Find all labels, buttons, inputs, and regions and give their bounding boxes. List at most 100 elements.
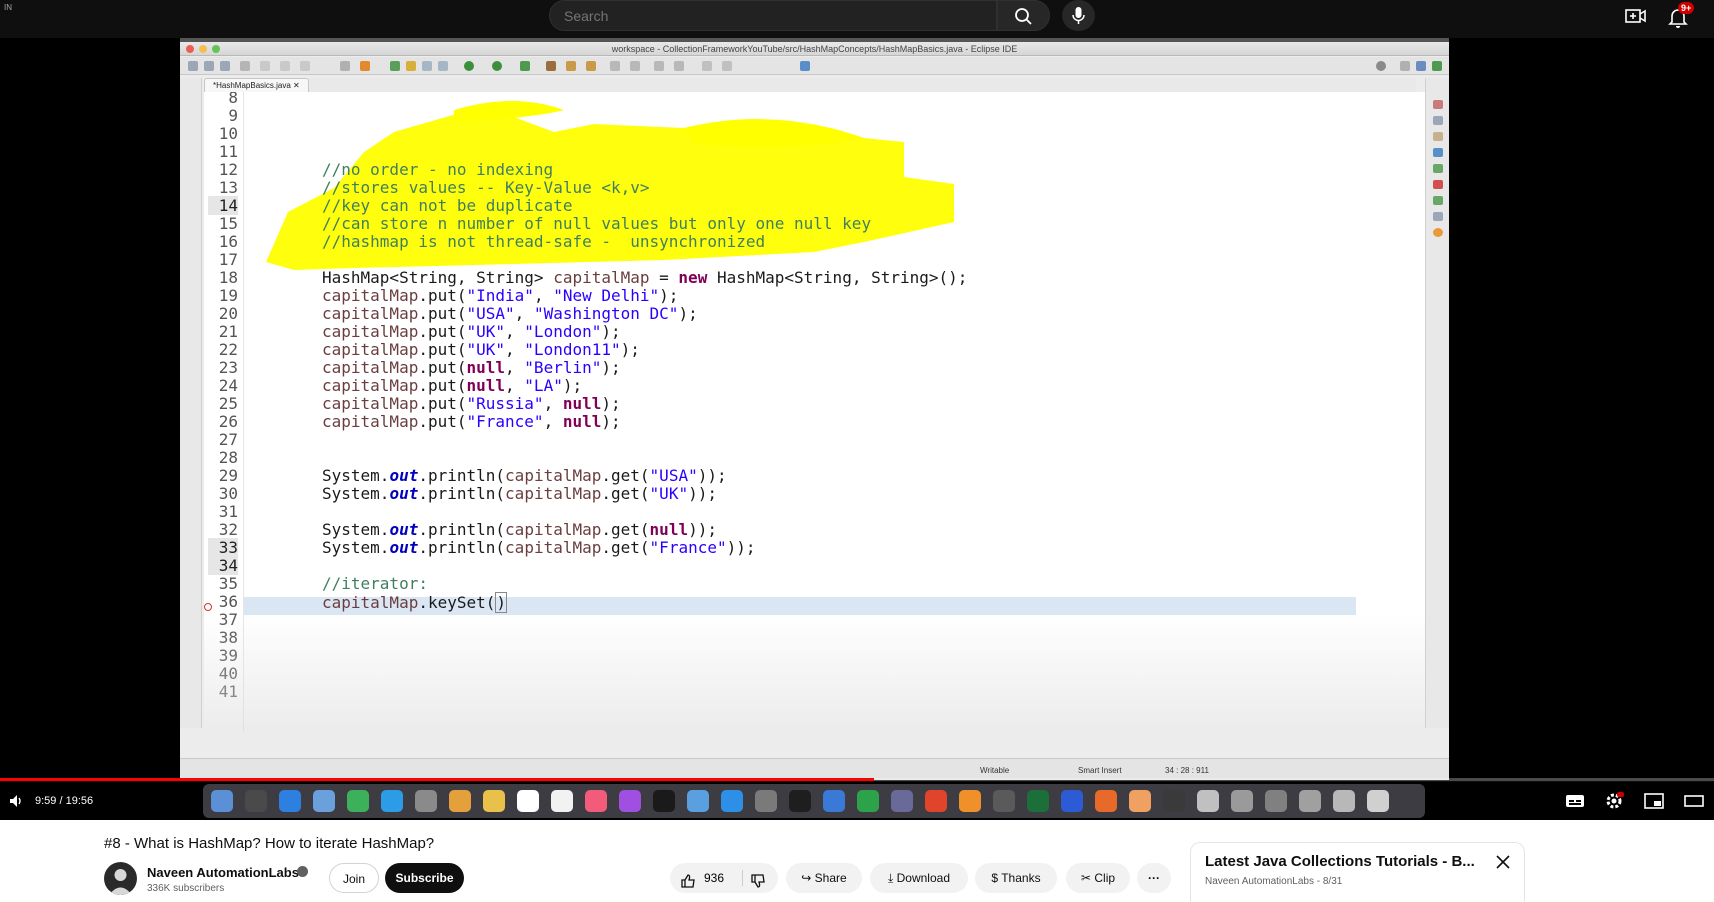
thumbs-up-icon[interactable]	[680, 870, 696, 900]
clip-label: Clip	[1094, 871, 1116, 885]
playlist-title[interactable]: Latest Java Collections Tutorials - B...	[1205, 853, 1475, 870]
println-end: ));	[688, 484, 717, 503]
thanks-button[interactable]: $ Thanks	[975, 863, 1057, 893]
line-number: 27	[218, 430, 238, 449]
debug-icon	[464, 61, 474, 71]
new-java-project-icon	[546, 61, 556, 71]
search-input[interactable]	[564, 8, 984, 24]
search-button[interactable]	[997, 0, 1050, 31]
task-list-icon[interactable]	[1433, 116, 1443, 125]
status-insert-mode: Smart Insert	[1078, 766, 1122, 775]
line-number: 36	[218, 592, 238, 611]
println-call: .println(	[418, 520, 506, 539]
editor-tab-hashmapbasics[interactable]: *HashMapBasics.java ✕	[204, 78, 309, 92]
git-view-icon[interactable]	[1433, 228, 1443, 237]
avatar-person-icon	[109, 869, 132, 895]
dock-app-icon	[687, 790, 709, 812]
next-annotation-icon	[674, 61, 684, 71]
settings-gear-icon[interactable]	[1604, 792, 1624, 810]
dock-app-icon	[313, 790, 335, 812]
subscribe-button[interactable]: Subscribe	[385, 863, 464, 893]
resume-icon	[260, 61, 270, 71]
search-box[interactable]	[549, 0, 997, 31]
video-title: #8 - What is HashMap? How to iterate Has…	[104, 835, 435, 852]
put-value: "London"	[524, 322, 602, 341]
javadoc-view-icon[interactable]	[1433, 148, 1443, 157]
code-line-put: capitalMap.put(null, "LA");	[322, 376, 582, 395]
println-arg: null	[649, 520, 689, 539]
outline-view-icon[interactable]	[1433, 100, 1443, 109]
dock-app-icon	[1061, 790, 1083, 812]
like-count[interactable]: 936	[704, 863, 724, 893]
put-key: "France"	[466, 412, 544, 431]
line-number: 22	[218, 340, 238, 359]
channel-name[interactable]: Naveen AutomationLabs	[147, 865, 299, 880]
prev-annotation-icon	[654, 61, 664, 71]
close-tab-icon[interactable]: ✕	[293, 81, 300, 90]
dock-app-icon	[449, 790, 471, 812]
dock-app-icon	[1129, 790, 1151, 812]
share-button[interactable]: ↪ Share	[786, 863, 862, 893]
subtitles-icon[interactable]	[1565, 792, 1585, 810]
run-icon	[492, 61, 502, 71]
put-var: capitalMap	[322, 304, 419, 323]
line-number: 31	[218, 502, 238, 521]
clip-button[interactable]: ✂ Clip	[1066, 863, 1130, 893]
code-line-13: //can store n number of null values but …	[322, 214, 872, 233]
open-perspective-icon	[1400, 61, 1410, 71]
error-marker-icon[interactable]	[204, 603, 212, 611]
dock-app-icon	[619, 790, 641, 812]
download-button[interactable]: ⤓ Download	[870, 863, 968, 893]
share-icon: ↪	[801, 871, 815, 885]
problems-view-icon[interactable]	[1433, 132, 1443, 141]
progress-bar[interactable]	[0, 778, 1714, 781]
println-end: ));	[726, 538, 756, 557]
put-var: capitalMap	[322, 340, 419, 359]
line-number: 34	[208, 556, 238, 575]
dock-app-icon	[1027, 790, 1049, 812]
code-line-put: capitalMap.put("India", "New Delhi");	[322, 286, 678, 305]
line-number: 17	[218, 250, 238, 269]
code-line-println: System.out.println(capitalMap.get(null))…	[322, 520, 717, 539]
dock-app-icon	[721, 790, 743, 812]
create-button[interactable]	[1624, 5, 1648, 27]
dock-app-icon	[823, 790, 845, 812]
progress-view-icon[interactable]	[1433, 196, 1443, 205]
println-out: out	[389, 466, 419, 485]
subscriber-count: 336K subscribers	[147, 883, 225, 894]
thumbs-down-icon[interactable]	[750, 870, 766, 900]
close-icon[interactable]	[1492, 851, 1514, 873]
playlist-panel[interactable]: Latest Java Collections Tutorials - B...…	[1190, 842, 1525, 902]
share-label: Share	[814, 871, 847, 885]
println-var: capitalMap	[505, 538, 602, 557]
dock-app-icon	[925, 790, 947, 812]
code-line-put: capitalMap.put("France", null);	[322, 412, 621, 431]
more-actions-button[interactable]: ···	[1137, 863, 1171, 893]
voice-search-button[interactable]	[1062, 0, 1095, 31]
declaration-view-icon[interactable]	[1433, 164, 1443, 173]
put-value: null	[562, 412, 602, 431]
volume-icon[interactable]	[8, 793, 24, 809]
miniplayer-icon[interactable]	[1644, 792, 1664, 810]
thanks-label: Thanks	[1001, 871, 1041, 885]
join-button[interactable]: Join	[329, 863, 379, 893]
code-line-put: capitalMap.put("UK", "London");	[322, 322, 621, 341]
save-all-icon	[220, 61, 230, 71]
put-var: capitalMap	[322, 322, 419, 341]
put-comma: ,	[533, 286, 554, 305]
line-number-gutter: 8 9 10 11 12 13 14 15 16 17 18 19 20 21 22 23 24 25 26 27 28…	[204, 92, 244, 732]
theater-mode-icon[interactable]	[1684, 792, 1704, 810]
dock-app-icon	[483, 790, 505, 812]
println-var: capitalMap	[505, 466, 602, 485]
println-get: .get(	[601, 538, 650, 557]
code-editor[interactable]: 8 9 10 11 12 13 14 15 16 17 18 19 20 21 22 23 24 25 26 27 28…	[204, 92, 1425, 732]
video-player[interactable]: workspace - CollectionFrameworkYouTube/s…	[0, 38, 1714, 780]
terminate-icon	[300, 61, 310, 71]
line-number: 10	[218, 124, 238, 143]
line-number: 26	[218, 412, 238, 431]
console-view-icon[interactable]	[1433, 180, 1443, 189]
search-view-icon[interactable]	[1433, 212, 1443, 221]
channel-avatar[interactable]	[104, 862, 137, 895]
dock-app-icon	[1231, 790, 1253, 812]
eclipse-search-icon	[1376, 61, 1386, 71]
